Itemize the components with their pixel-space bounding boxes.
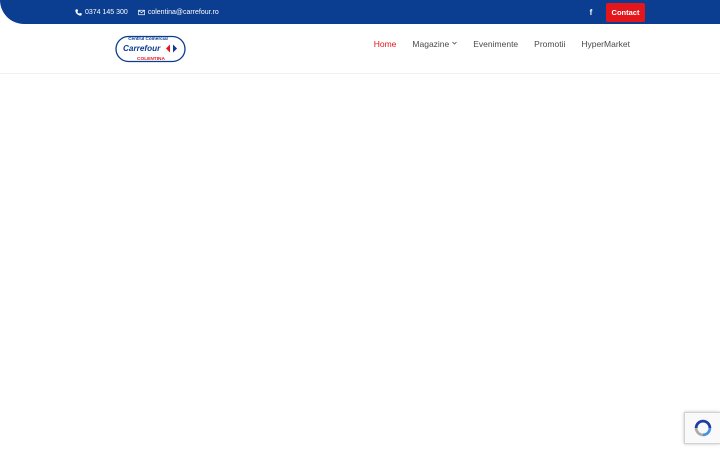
nav-home[interactable]: Home <box>374 39 397 49</box>
email-address: colentina@carrefour.ro <box>147 8 219 16</box>
site-logo[interactable]: Centrul Comercial Carrefour COLENTINA <box>115 34 186 64</box>
nav-hypermarket-label: HyperMarket <box>581 39 630 49</box>
facebook-icon[interactable]: f <box>586 8 596 17</box>
carrefour-colentina-logo: Centrul Comercial Carrefour COLENTINA <box>115 35 186 63</box>
svg-text:COLENTINA: COLENTINA <box>137 56 166 62</box>
contact-button[interactable]: Contact <box>606 2 645 22</box>
main-nav: Home Magazine Evenimente Promotii HyperM… <box>374 24 630 64</box>
nav-promotii[interactable]: Promotii <box>534 39 565 49</box>
email-link[interactable]: colentina@carrefour.ro <box>137 8 219 16</box>
phone-link[interactable]: 0374 145 300 <box>75 9 128 16</box>
phone-icon <box>75 8 82 16</box>
nav-evenimente[interactable]: Evenimente <box>473 39 518 49</box>
nav-magazine[interactable]: Magazine <box>412 39 458 49</box>
recaptcha-icon <box>694 419 711 437</box>
nav-hypermarket[interactable]: HyperMarket <box>581 39 630 49</box>
contact-info: 0374 145 300 colentina@carrefour.ro <box>75 0 219 24</box>
phone-number: 0374 145 300 <box>85 8 128 16</box>
nav-promotii-label: Promotii <box>534 39 566 49</box>
nav-magazine-label: Magazine <box>412 39 450 49</box>
recaptcha-badge[interactable] <box>684 412 720 444</box>
nav-evenimente-label: Evenimente <box>473 39 519 49</box>
envelope-icon <box>137 9 145 16</box>
top-actions: f Contact <box>586 2 645 22</box>
svg-text:Centrul Comercial: Centrul Comercial <box>128 36 168 41</box>
chevron-down-icon <box>452 41 458 47</box>
svg-text:Carrefour: Carrefour <box>123 44 161 53</box>
nav-home-label: Home <box>373 39 397 49</box>
top-bar: 0374 145 300 colentina@carrefour.ro f Co… <box>0 0 720 24</box>
